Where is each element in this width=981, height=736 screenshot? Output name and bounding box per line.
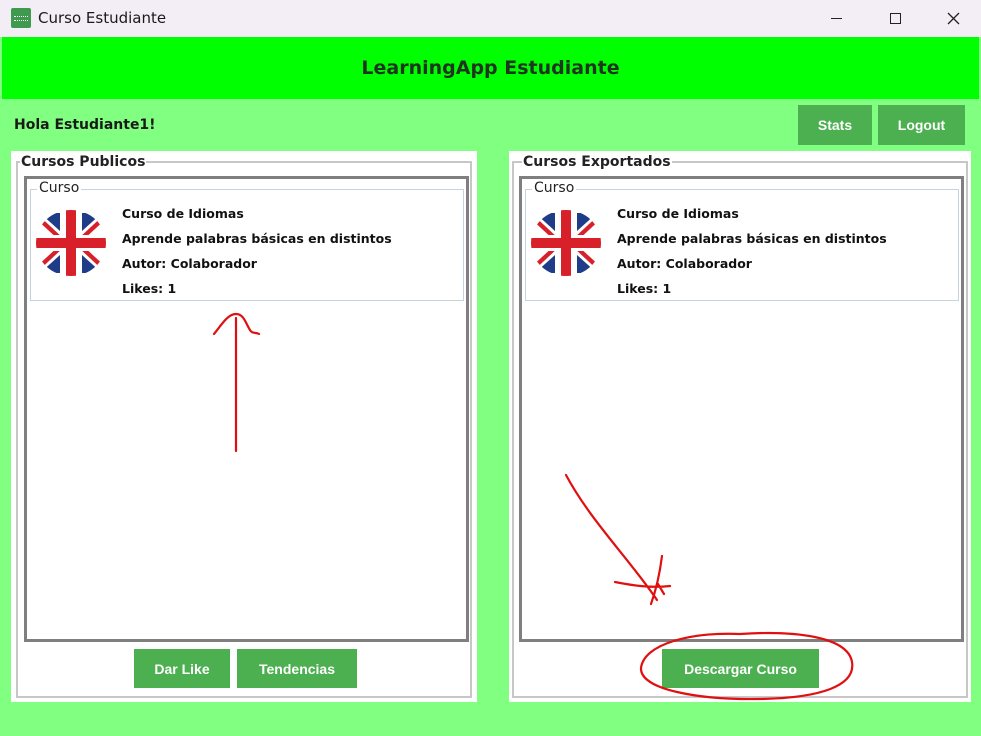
minimize-button[interactable] [807, 0, 865, 37]
maximize-icon [889, 13, 901, 24]
course-title: Curso de Idiomas [122, 206, 244, 221]
course-likes: Likes: 1 [122, 281, 177, 296]
course-author: Autor: Colaborador [122, 256, 257, 271]
app-icon [11, 8, 31, 28]
uk-flag-icon [531, 210, 601, 276]
public-courses-label: Cursos Publicos [20, 154, 147, 170]
stats-button[interactable]: Stats [798, 105, 872, 145]
course-card-label: Curso [532, 180, 577, 196]
course-card[interactable]: Curso Curso de Idiomas Aprende palabras … [30, 180, 464, 301]
course-description: Aprende palabras básicas en distintos [617, 231, 887, 246]
app-title: LearningApp Estudiante [361, 57, 620, 79]
greeting-label: Hola Estudiante1! [14, 117, 156, 133]
exported-courses-group: Cursos Exportados Curso Curso de Idiomas… [512, 154, 968, 698]
minimize-icon [830, 18, 842, 19]
logout-button[interactable]: Logout [878, 105, 965, 145]
close-button[interactable] [924, 0, 981, 37]
public-courses-group: Cursos Publicos Curso Curso de Idiomas A… [16, 154, 472, 698]
course-likes: Likes: 1 [617, 281, 672, 296]
exported-courses-panel: Cursos Exportados Curso Curso de Idiomas… [509, 151, 971, 702]
app-header: LearningApp Estudiante [2, 37, 979, 99]
download-course-button[interactable]: Descargar Curso [662, 649, 819, 688]
public-courses-panel: Cursos Publicos Curso Curso de Idiomas A… [11, 151, 477, 702]
course-card-label: Curso [37, 180, 82, 196]
exported-courses-label: Cursos Exportados [522, 154, 672, 170]
course-card[interactable]: Curso Curso de Idiomas Aprende palabras … [525, 180, 959, 301]
exported-courses-list[interactable]: Curso Curso de Idiomas Aprende palabras … [519, 176, 964, 642]
close-icon [947, 12, 959, 25]
uk-flag-icon [36, 210, 106, 276]
course-title: Curso de Idiomas [617, 206, 739, 221]
trends-button[interactable]: Tendencias [237, 649, 357, 688]
public-courses-list[interactable]: Curso Curso de Idiomas Aprende palabras … [24, 176, 469, 642]
window-title: Curso Estudiante [38, 9, 167, 27]
window-titlebar: Curso Estudiante [0, 0, 981, 37]
like-button[interactable]: Dar Like [134, 649, 230, 688]
course-description: Aprende palabras básicas en distintos [122, 231, 392, 246]
course-author: Autor: Colaborador [617, 256, 752, 271]
maximize-button[interactable] [866, 0, 924, 37]
